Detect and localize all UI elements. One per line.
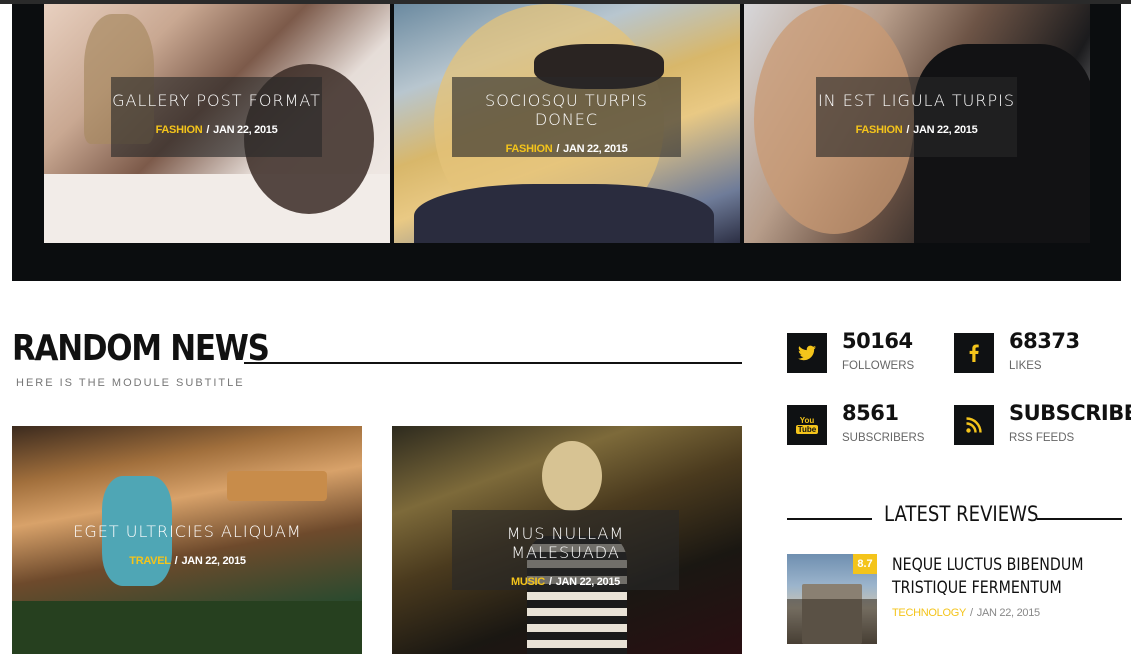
review-title[interactable]: NEQUE LUCTUS BIBENDUM TRISTIQUE FERMENTU… <box>892 553 1090 599</box>
subscriber-count: 8561 <box>842 401 899 425</box>
youtube-icon[interactable]: You Tube <box>787 405 827 445</box>
post-date: JAN 22, 2015 <box>976 607 1040 619</box>
youtube-icon-glyph: You Tube <box>795 416 819 434</box>
separator: / <box>906 124 910 136</box>
rss-icon[interactable] <box>954 405 994 445</box>
news-card[interactable]: MUS NULLAM MALESUADA MUSIC / JAN 22, 2015 <box>392 426 742 654</box>
subscribe-link[interactable]: SUBSCRIBE <box>1009 401 1131 425</box>
news-caption: MUS NULLAM MALESUADA MUSIC / JAN 22, 2015 <box>452 510 679 590</box>
gallery-caption: SOCIOSQU TURPIS DONEC FASHION / JAN 22, 20… <box>452 77 681 157</box>
post-date: JAN 22, 2015 <box>213 124 278 136</box>
follower-label: FOLLOWERS <box>842 360 915 372</box>
category-link[interactable]: MUSIC <box>511 576 545 588</box>
trees-shape <box>787 599 877 644</box>
category-link[interactable]: FASHION <box>156 124 203 136</box>
category-link[interactable]: FASHION <box>506 143 553 155</box>
head-shape <box>542 441 602 511</box>
news-caption: EGET ULTRICIES ALIQUAM TRAVEL / JAN 22, 20… <box>72 508 303 588</box>
gallery-meta: FASHION / JAN 22, 2015 <box>452 143 681 155</box>
section-divider <box>244 362 742 364</box>
separator: / <box>556 143 560 155</box>
separator: / <box>174 555 178 567</box>
table-shape <box>227 471 327 501</box>
news-meta: MUSIC / JAN 22, 2015 <box>452 576 679 588</box>
gallery-meta: FASHION / JAN 22, 2015 <box>111 124 322 136</box>
separator: / <box>206 124 210 136</box>
gallery-title[interactable]: SOCIOSQU TURPIS DONEC <box>452 77 681 129</box>
post-date: JAN 22, 2015 <box>555 576 621 588</box>
separator: / <box>548 576 552 588</box>
category-link[interactable]: TRAVEL <box>129 555 171 567</box>
review-meta: TECHNOLOGY / JAN 22, 2015 <box>892 607 1040 619</box>
review-thumbnail[interactable]: 8.7 <box>787 554 877 644</box>
plants-shape <box>12 601 362 654</box>
like-label: LIKES <box>1009 360 1042 372</box>
gallery-card[interactable]: GALLERY POST FORMAT FASHION / JAN 22, 2015 <box>44 4 390 243</box>
news-title[interactable]: MUS NULLAM MALESUADA <box>452 510 679 562</box>
follower-count: 50164 <box>842 329 913 353</box>
twitter-icon[interactable] <box>787 333 827 373</box>
post-date: JAN 22, 2015 <box>913 124 978 136</box>
facebook-icon[interactable] <box>954 333 994 373</box>
reviews-divider-left <box>787 518 872 520</box>
like-count: 68373 <box>1009 329 1080 353</box>
shirt-shape <box>414 184 714 243</box>
gallery-card[interactable]: IN EST LIGULA TURPIS FASHION / JAN 22, 201… <box>744 4 1090 243</box>
separator: / <box>970 607 973 619</box>
subscriber-label: SUBSCRIBERS <box>842 432 925 444</box>
gallery-caption: IN EST LIGULA TURPIS FASHION / JAN 22, 201… <box>816 77 1017 157</box>
gallery-caption: GALLERY POST FORMAT FASHION / JAN 22, 2015 <box>111 77 322 157</box>
gallery-meta: FASHION / JAN 22, 2015 <box>816 124 1017 136</box>
news-card[interactable]: EGET ULTRICIES ALIQUAM TRAVEL / JAN 22, 20… <box>12 426 362 654</box>
gallery-title[interactable]: IN EST LIGULA TURPIS <box>816 77 1017 110</box>
review-score-badge: 8.7 <box>853 554 877 574</box>
post-date: JAN 22, 2015 <box>563 143 628 155</box>
rss-label: RSS FEEDS <box>1009 432 1075 444</box>
section-subtitle: HERE IS THE MODULE SUBTITLE <box>16 377 245 389</box>
gallery-title[interactable]: GALLERY POST FORMAT <box>111 77 322 110</box>
section-title: RANDOM NEWS <box>12 328 270 369</box>
reviews-divider-right <box>1037 518 1122 520</box>
category-link[interactable]: TECHNOLOGY <box>892 607 966 619</box>
reviews-title: LATEST REVIEWS <box>884 502 1039 526</box>
gallery-card[interactable]: SOCIOSQU TURPIS DONEC FASHION / JAN 22, 20… <box>394 4 740 243</box>
category-link[interactable]: FASHION <box>856 124 903 136</box>
news-title[interactable]: EGET ULTRICIES ALIQUAM <box>72 508 303 541</box>
news-meta: TRAVEL / JAN 22, 2015 <box>72 555 303 567</box>
post-date: JAN 22, 2015 <box>181 555 246 567</box>
